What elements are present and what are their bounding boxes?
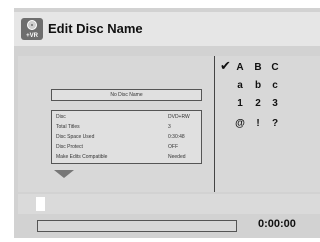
info-row-disc-space-used: Disc Space Used 0:30:48 [56, 133, 197, 142]
disc-name-display: No Disc Name [51, 89, 202, 101]
text-cursor [36, 197, 45, 211]
info-value: 3 [168, 124, 171, 130]
char-key[interactable]: @ [233, 118, 247, 129]
info-label: Make Edits Compatible [56, 154, 108, 160]
char-key[interactable]: c [268, 80, 282, 91]
disc-icon [27, 20, 37, 30]
char-key[interactable]: C [268, 62, 282, 73]
char-row-digits: 1 2 3 [221, 98, 311, 112]
vr-disc-icon: +VR [21, 18, 43, 40]
char-key[interactable]: 3 [268, 98, 282, 109]
char-key[interactable]: ? [268, 118, 282, 129]
page-title: Edit Disc Name [48, 21, 143, 36]
char-key[interactable]: A [233, 62, 247, 73]
info-row-total-titles: Total Titles 3 [56, 123, 197, 132]
vr-logo-text: +VR [26, 33, 38, 39]
char-row-lowercase: a b c [221, 80, 311, 94]
char-key[interactable]: 1 [233, 98, 247, 109]
info-label: Disc Space Used [56, 134, 95, 140]
progress-bar [37, 220, 237, 232]
info-row-make-edits-compatible: Make Edits Compatible Needed [56, 153, 197, 162]
char-key[interactable]: 2 [251, 98, 265, 109]
disc-info-table: Disc DVD+RW Total Titles 3 Disc Space Us… [51, 110, 202, 164]
info-row-disc: Disc DVD+RW [56, 113, 197, 122]
name-input-bar[interactable] [18, 194, 320, 214]
info-label: Disc Protect [56, 144, 83, 150]
info-value: DVD+RW [168, 114, 190, 120]
char-row-uppercase: A B C [221, 62, 311, 76]
info-value: Needed [168, 154, 186, 160]
edit-disc-name-screen: +VR Edit Disc Name No Disc Name Disc DVD… [0, 0, 320, 242]
char-key[interactable]: B [251, 62, 265, 73]
info-value: 0:30:48 [168, 134, 185, 140]
scroll-down-arrow-icon[interactable] [54, 170, 74, 178]
info-value: OFF [168, 144, 178, 150]
time-display: 0:00:00 [258, 218, 296, 230]
char-row-symbols: @ ! ? [221, 118, 311, 132]
char-key[interactable]: b [251, 80, 265, 91]
info-label: Disc [56, 114, 66, 120]
info-row-disc-protect: Disc Protect OFF [56, 143, 197, 152]
char-key[interactable]: a [233, 80, 247, 91]
char-key[interactable]: ! [251, 118, 265, 129]
info-label: Total Titles [56, 124, 80, 130]
